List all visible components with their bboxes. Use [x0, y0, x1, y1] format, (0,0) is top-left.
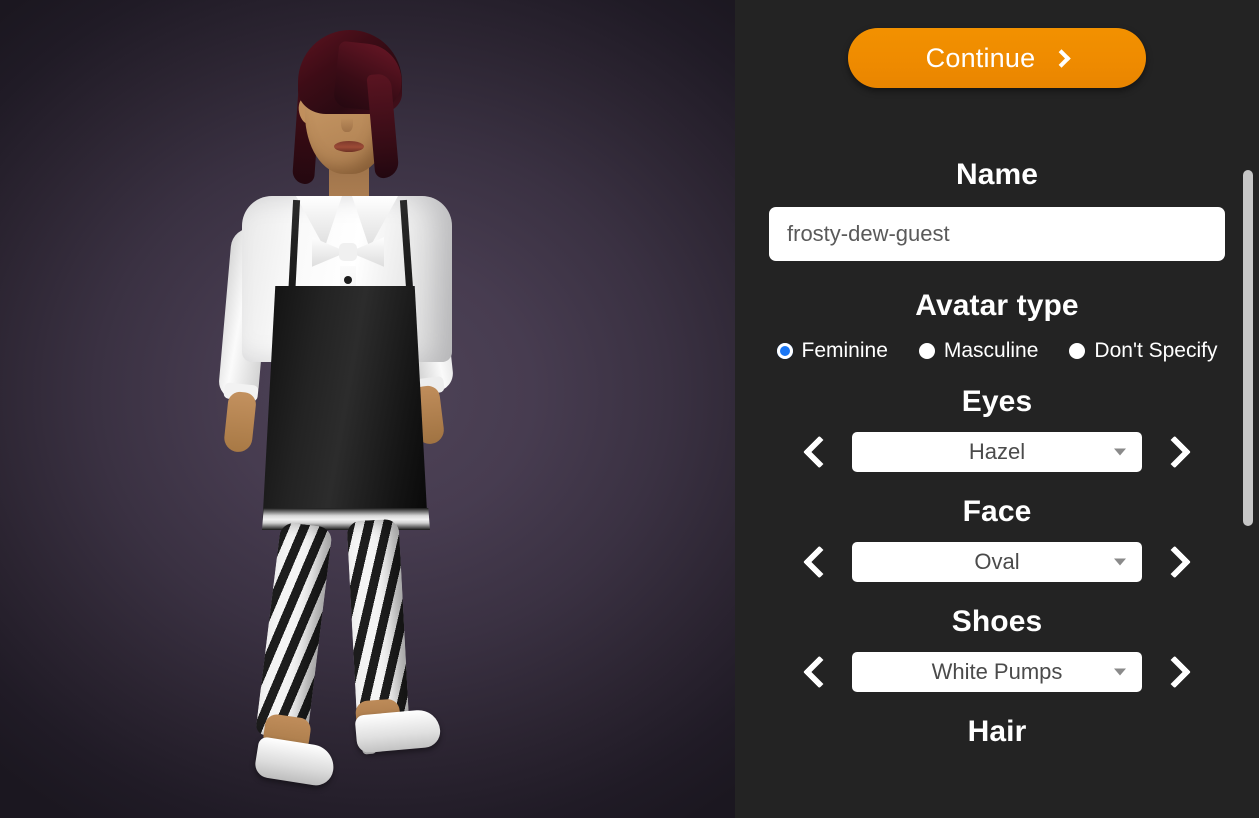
- avatar-shoe-left: [253, 736, 337, 788]
- continue-button[interactable]: Continue: [848, 28, 1146, 88]
- option-selector-row-face: Oval: [769, 541, 1225, 583]
- avatar-mouth: [334, 141, 364, 152]
- radio-unselected-icon[interactable]: [1069, 343, 1086, 359]
- caret-down-icon: [1114, 448, 1126, 456]
- option-group-heading-shoes: Shoes: [951, 605, 1043, 638]
- avatar-shoe-right: [354, 708, 442, 754]
- avatar-type-option-dont-specify[interactable]: Don't Specify: [1069, 339, 1218, 363]
- option-group-heading-hair: Hair: [967, 715, 1027, 748]
- chevron-right-icon: [1052, 49, 1072, 68]
- avatar-preview-viewport[interactable]: [0, 0, 735, 818]
- avatar-creator-screen: Continue Name Avatar type Feminine Mascu…: [0, 0, 1259, 818]
- face-dropdown-value: Oval: [974, 549, 1020, 574]
- option-group-shoes: Shoes White Pumps: [769, 605, 1225, 693]
- chevron-left-icon[interactable]: [800, 541, 834, 583]
- option-selector-row-eyes: Hazel: [769, 431, 1225, 473]
- eyes-dropdown[interactable]: Hazel: [852, 432, 1142, 472]
- option-group-heading-face: Face: [962, 495, 1032, 528]
- name-heading: Name: [955, 158, 1039, 191]
- caret-down-icon: [1114, 558, 1126, 566]
- shoes-dropdown-value: White Pumps: [931, 659, 1063, 684]
- avatar-type-heading: Avatar type: [915, 289, 1079, 322]
- chevron-right-icon[interactable]: [1160, 651, 1194, 693]
- avatar-type-option-feminine[interactable]: Feminine: [776, 339, 888, 363]
- name-input[interactable]: [769, 207, 1225, 261]
- chevron-right-icon[interactable]: [1160, 431, 1194, 473]
- avatar-type-option-label: Don't Specify: [1094, 339, 1218, 362]
- eyes-dropdown-value: Hazel: [968, 439, 1026, 464]
- caret-down-icon: [1114, 668, 1126, 676]
- shoes-dropdown[interactable]: White Pumps: [852, 652, 1142, 692]
- panel-scrollbar-thumb[interactable]: [1243, 170, 1253, 526]
- radio-unselected-icon[interactable]: [918, 343, 935, 359]
- chevron-left-icon[interactable]: [800, 431, 834, 473]
- continue-button-label: Continue: [925, 42, 1036, 73]
- option-group-face: Face Oval: [769, 495, 1225, 583]
- avatar-type-option-label: Feminine: [801, 339, 888, 362]
- option-group-eyes: Eyes Hazel: [769, 385, 1225, 473]
- customization-panel: Continue Name Avatar type Feminine Mascu…: [735, 0, 1259, 818]
- avatar-nose: [341, 112, 353, 132]
- chevron-left-icon[interactable]: [800, 651, 834, 693]
- face-dropdown[interactable]: Oval: [852, 542, 1142, 582]
- option-group-heading-eyes: Eyes: [961, 385, 1033, 418]
- avatar-hand-left: [222, 390, 258, 454]
- option-selector-row-shoes: White Pumps: [769, 651, 1225, 693]
- chevron-right-icon[interactable]: [1160, 541, 1194, 583]
- option-group-hair: Hair: [769, 715, 1225, 749]
- avatar-type-option-masculine[interactable]: Masculine: [918, 339, 1039, 363]
- avatar-type-radio-group: Feminine Masculine Don't Specify: [769, 339, 1225, 363]
- radio-selected-icon[interactable]: [776, 343, 793, 359]
- avatar-bowtie-knot: [339, 243, 357, 261]
- avatar-shirt-button: [344, 276, 352, 284]
- avatar-type-option-label: Masculine: [943, 339, 1039, 362]
- customization-panel-scroll-area: Continue Name Avatar type Feminine Mascu…: [735, 0, 1259, 818]
- avatar-figure[interactable]: [0, 0, 735, 818]
- avatar-dress: [262, 286, 428, 530]
- avatar-legging-left: [255, 521, 333, 741]
